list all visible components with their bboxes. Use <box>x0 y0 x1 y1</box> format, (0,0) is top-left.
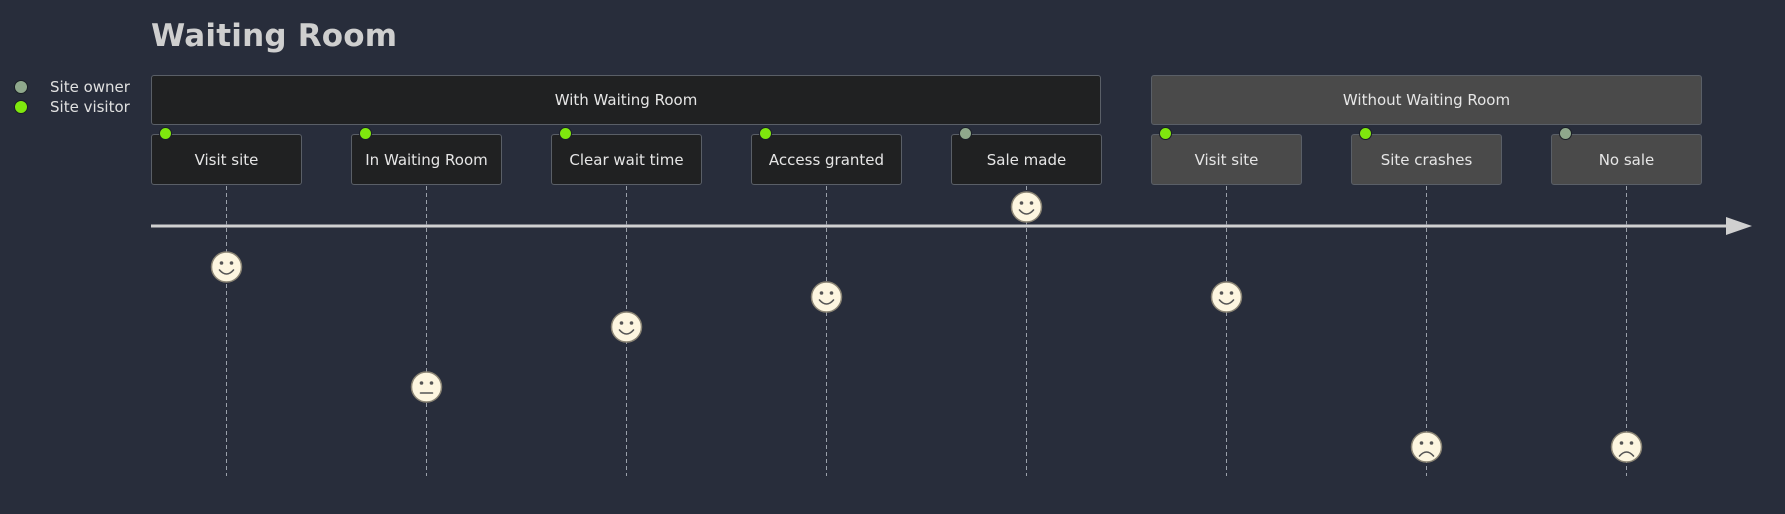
sad-face-icon <box>1410 431 1443 463</box>
face-eye <box>1219 291 1224 295</box>
smiley-face-icon <box>1010 191 1043 223</box>
face-eye <box>419 381 424 385</box>
smiley-face-icon <box>210 251 243 283</box>
timeline-arrowhead <box>1726 217 1752 235</box>
journey-graphic <box>151 186 1752 476</box>
face-eye <box>819 291 824 295</box>
face-eye <box>219 261 224 265</box>
user-journey-diagram: Waiting Room Site owner Site visitor Wit… <box>0 0 1785 514</box>
smiley-face-icon <box>610 311 643 343</box>
face-eye <box>629 321 634 325</box>
face-eye <box>1029 201 1034 205</box>
face-eye <box>1419 441 1424 445</box>
face-eye <box>619 321 624 325</box>
face-eye <box>1019 201 1024 205</box>
neutral-face-icon <box>410 371 443 403</box>
face-eye <box>829 291 834 295</box>
face-eye <box>1429 441 1434 445</box>
sad-face-icon <box>1610 431 1643 463</box>
smiley-face-icon <box>1210 281 1243 313</box>
smiley-face-icon <box>810 281 843 313</box>
face-eye <box>229 261 234 265</box>
face-eye <box>1229 291 1234 295</box>
face-eye <box>1629 441 1634 445</box>
face-eye <box>1619 441 1624 445</box>
face-eye <box>429 381 434 385</box>
